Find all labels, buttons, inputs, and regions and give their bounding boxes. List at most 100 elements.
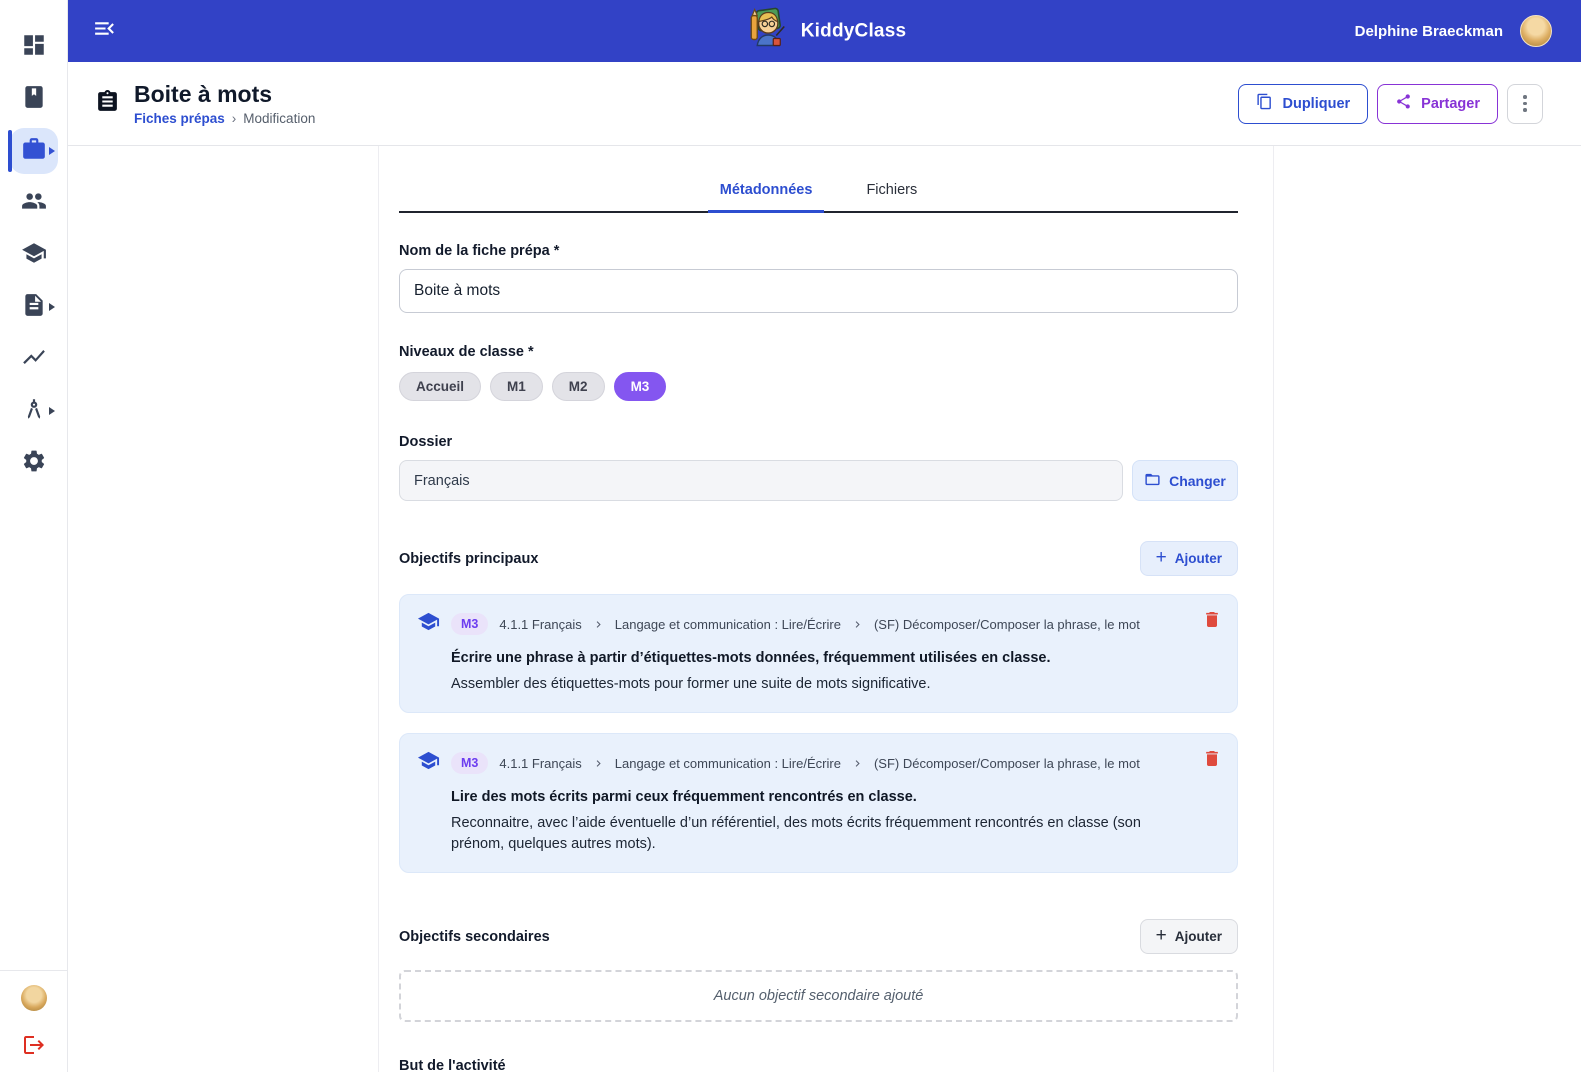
page-title: Boite à mots (134, 81, 315, 107)
main-column: KiddyClass Delphine Braeckman Boite à mo… (68, 0, 1581, 1072)
user-avatar[interactable] (21, 985, 47, 1011)
objective-card: M3 4.1.1 Français Langage et communicati… (399, 594, 1238, 713)
sidebar-footer (0, 970, 67, 1072)
trash-icon (1202, 617, 1222, 634)
objective-card: M3 4.1.1 Français Langage et communicati… (399, 733, 1238, 873)
logout-icon (22, 1044, 46, 1061)
tab-bar: Métadonnées Fichiers (399, 172, 1238, 213)
menu-collapse-icon (92, 16, 117, 46)
change-folder-label: Changer (1169, 473, 1226, 489)
sidebar (0, 0, 68, 1072)
chip-m2[interactable]: M2 (552, 372, 605, 401)
chip-m3-selected[interactable]: M3 (614, 372, 667, 401)
topbar: KiddyClass Delphine Braeckman (68, 0, 1581, 62)
sidebar-item-school[interactable] (10, 232, 58, 278)
objective-path-segment: 4.1.1 Français (499, 617, 581, 632)
levels-label: Niveaux de classe * (399, 344, 1238, 360)
document-icon (21, 292, 47, 323)
name-input[interactable] (399, 269, 1238, 313)
duplicate-button[interactable]: Dupliquer (1238, 84, 1368, 124)
share-button[interactable]: Partager (1377, 84, 1498, 124)
delete-objective-button[interactable] (1202, 609, 1222, 635)
folder-icon (1144, 471, 1161, 491)
page-header: Boite à mots Fiches prépas › Modificatio… (68, 62, 1581, 146)
clipboard-icon (95, 88, 120, 120)
briefcase-icon (21, 136, 47, 167)
chevron-right-icon (49, 147, 55, 155)
objective-level-badge: M3 (451, 752, 488, 774)
form-panel: Métadonnées Fichiers Nom de la fiche pré… (378, 146, 1274, 1072)
objective-path-segment: (SF) Décomposer/Composer la phrase, le m… (874, 617, 1140, 632)
sidebar-item-dashboard[interactable] (10, 24, 58, 70)
tab-files[interactable]: Fichiers (854, 172, 929, 211)
trending-chart-icon (21, 344, 47, 375)
tab-metadata[interactable]: Métadonnées (708, 172, 825, 211)
add-secondary-objective-label: Ajouter (1175, 929, 1222, 944)
chevron-right-icon (49, 407, 55, 415)
breadcrumb-separator: › (232, 111, 237, 126)
chevron-right-icon (593, 757, 604, 770)
objective-path-segment: Langage et communication : Lire/Écrire (615, 617, 841, 632)
change-folder-button[interactable]: Changer (1132, 460, 1238, 501)
activity-goal-label: But de l'activité (399, 1058, 1238, 1072)
topbar-avatar[interactable] (1520, 15, 1552, 47)
breadcrumb: Fiches prépas › Modification (134, 111, 315, 126)
objective-description: Assembler des étiquettes-mots pour forme… (451, 674, 1171, 695)
more-options-button[interactable] (1507, 84, 1543, 124)
book-icon (21, 84, 47, 115)
sidebar-item-progress[interactable] (10, 336, 58, 382)
brand: KiddyClass (743, 6, 906, 57)
breadcrumb-parent-link[interactable]: Fiches prépas (134, 111, 225, 126)
share-icon (1395, 93, 1412, 114)
name-field-label: Nom de la fiche prépa * (399, 243, 1238, 259)
dashboard-icon (21, 32, 47, 63)
delete-objective-button[interactable] (1202, 748, 1222, 774)
compass-icon (21, 396, 47, 427)
logout-button[interactable] (22, 1033, 46, 1062)
user-name: Delphine Braeckman (1355, 23, 1503, 40)
level-chips: Accueil M1 M2 M3 (399, 372, 1238, 401)
objective-title: Lire des mots écrits parmi ceux fréquemm… (451, 789, 1219, 805)
sidebar-item-students[interactable] (10, 180, 58, 226)
chip-m1[interactable]: M1 (490, 372, 543, 401)
duplicate-label: Dupliquer (1282, 96, 1350, 112)
plus-icon: + (1156, 548, 1167, 567)
brand-name: KiddyClass (801, 20, 906, 42)
chevron-right-icon (852, 618, 863, 631)
sidebar-item-library[interactable] (10, 76, 58, 122)
chevron-right-icon (49, 303, 55, 311)
graduation-cap-icon (21, 240, 47, 271)
empty-state-text: Aucun objectif secondaire ajouté (714, 988, 924, 1004)
graduation-cap-icon (417, 610, 440, 638)
main-objectives-label: Objectifs principaux (399, 551, 538, 567)
folder-label: Dossier (399, 434, 1238, 450)
sidebar-item-documents[interactable] (10, 284, 58, 330)
folder-input[interactable] (399, 460, 1123, 501)
objective-title: Écrire une phrase à partir d’étiquettes-… (451, 650, 1219, 666)
kiddyclass-logo-icon (743, 6, 789, 57)
sidebar-collapse-button[interactable] (92, 16, 117, 46)
chevron-right-icon (852, 757, 863, 770)
objective-path-segment: 4.1.1 Français (499, 756, 581, 771)
copy-icon (1256, 93, 1273, 114)
secondary-objectives-empty-state: Aucun objectif secondaire ajouté (399, 970, 1238, 1022)
people-icon (21, 188, 47, 219)
sidebar-item-settings[interactable] (10, 440, 58, 486)
add-main-objective-button[interactable]: + Ajouter (1140, 541, 1238, 576)
graduation-cap-icon (417, 749, 440, 777)
secondary-objectives-label: Objectifs secondaires (399, 929, 550, 945)
objective-level-badge: M3 (451, 613, 488, 635)
kebab-icon (1523, 95, 1527, 99)
gear-icon (21, 448, 47, 479)
add-secondary-objective-button[interactable]: + Ajouter (1140, 919, 1238, 954)
add-main-objective-label: Ajouter (1175, 551, 1222, 566)
chip-accueil[interactable]: Accueil (399, 372, 481, 401)
objective-description: Reconnaitre, avec l’aide éventuelle d’un… (451, 813, 1171, 855)
sidebar-item-briefcase[interactable] (10, 128, 58, 174)
objective-path-segment: (SF) Décomposer/Composer la phrase, le m… (874, 756, 1140, 771)
sidebar-item-tools[interactable] (10, 388, 58, 434)
share-label: Partager (1421, 96, 1480, 112)
objective-path-segment: Langage et communication : Lire/Écrire (615, 756, 841, 771)
chevron-right-icon (593, 618, 604, 631)
plus-icon: + (1156, 926, 1167, 945)
